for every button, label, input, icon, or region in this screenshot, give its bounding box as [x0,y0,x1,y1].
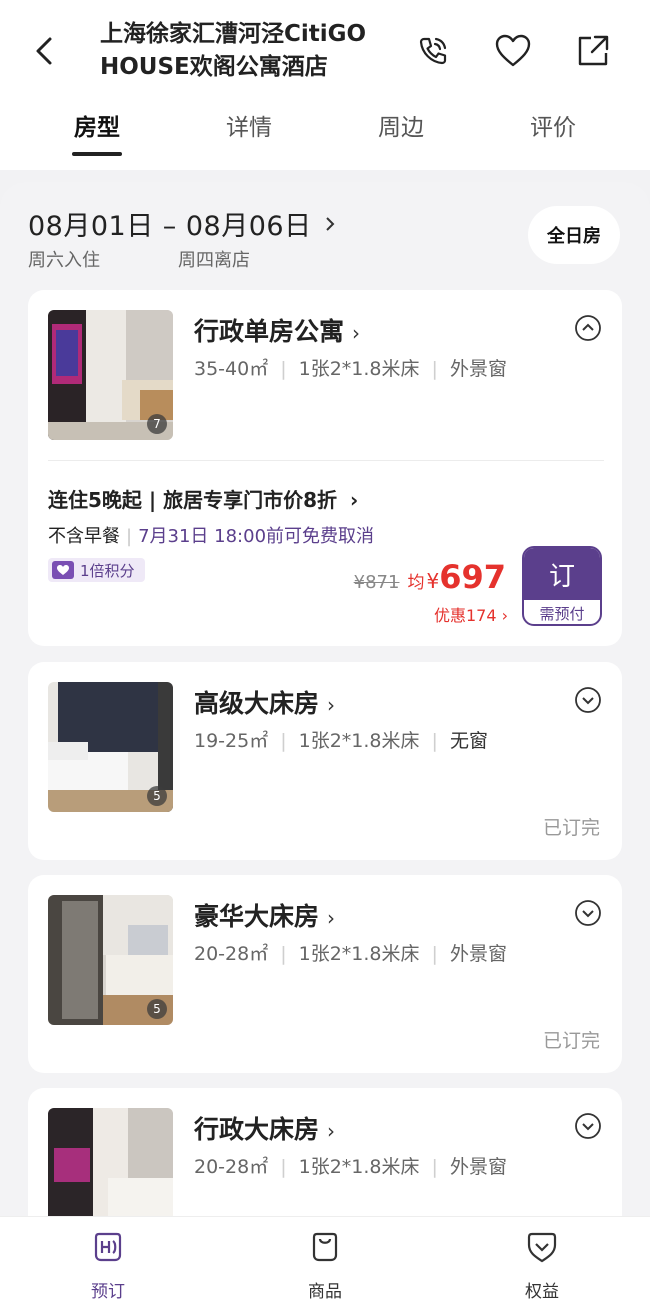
hotel-icon [94,1232,122,1262]
chevron-right-icon: › [352,321,361,345]
back-icon [36,37,52,65]
average-label: 均 [407,573,425,593]
nav-goods-label: 商品 [308,1282,342,1302]
room-card: 5 高级大床房 › 19-25㎡ | 1张2*1.8米床 | 无窗 已订完 [28,662,622,860]
image-count-badge: 5 [147,786,167,806]
chevron-down-circle-icon[interactable] [574,899,602,927]
room-name-link[interactable]: 行政大床房 › [194,1110,335,1146]
chevron-down-circle-icon[interactable] [574,686,602,714]
chevron-right-icon: › [501,606,508,625]
rate-plan-link[interactable]: 连住5晚起 | 旅居专享门市价8折 › [48,484,358,513]
room-card: 5 豪华大床房 › 20-28㎡ | 1张2*1.8米床 | 外景窗 已订完 [28,875,622,1073]
price-row: ¥871 均 ¥697 [354,558,506,596]
nav-goods[interactable]: 商品 [285,1229,365,1302]
tab-reviews[interactable]: 评价 [498,108,608,142]
points-badge: 1倍积分 [48,558,145,582]
discount-link[interactable]: 优惠174 › [434,602,508,626]
image-count-badge: 7 [147,414,167,434]
points-text: 1倍积分 [80,561,135,580]
room-photo[interactable]: 5 [48,895,173,1025]
chevron-right-icon: › [327,906,336,930]
sold-out-status: 已订完 [542,1030,600,1052]
chevron-right-icon: › [350,488,359,512]
room-area: 35-40㎡ [194,358,269,380]
bottom-nav: 预订 商品 权益 [0,1216,650,1313]
date-range: 08月01日 – 08月06日 [28,211,312,242]
image-count-badge: 5 [147,999,167,1019]
nav-book-label: 预订 [91,1282,125,1302]
heart-icon [495,34,531,67]
room-window: 无窗 [449,730,488,752]
date-selector[interactable]: 08月01日 – 08月06日 周六入住 周四离店 [28,204,337,271]
nav-book[interactable]: 预订 [68,1229,148,1302]
benefits-icon [527,1232,557,1263]
checkin-day: 周六入住 [28,250,100,271]
sold-out-status: 已订完 [542,817,600,839]
header: 上海徐家汇漕河泾CitiGO HOUSE欢阁公寓酒店 房型 详情 周边 评价 [0,0,650,170]
room-window: 外景窗 [449,1156,507,1178]
room-meta: 20-28㎡ | 1张2*1.8米床 | 外景窗 [194,1156,507,1178]
room-photo[interactable]: 7 [48,310,173,440]
room-window: 外景窗 [449,358,507,380]
room-card: 7 行政单房公寓 › 35-40㎡ | 1张2*1.8米床 | 外景窗 连住5晚起 | 旅… [28,290,622,646]
points-icon [52,561,74,579]
room-area: 20-28㎡ [194,943,269,965]
shopping-bag-icon [312,1232,338,1262]
room-meta: 20-28㎡ | 1张2*1.8米床 | 外景窗 [194,943,507,965]
room-area: 19-25㎡ [194,730,269,752]
rate-plan-title: 连住5晚起 | 旅居专享门市价8折 [48,488,338,512]
rate-policy: 不含早餐 | 7月31日 18:00前可免费取消 [48,526,375,547]
discount-amount: 优惠174 [433,606,497,625]
tab-nearby[interactable]: 周边 [346,108,456,142]
divider [48,460,604,461]
room-name: 高级大床房 [194,689,320,718]
favorite-button[interactable] [492,30,534,72]
fullday-room-button[interactable]: 全日房 [528,206,620,264]
original-price: ¥871 [353,572,400,593]
nav-benefits-label: 权益 [525,1282,559,1302]
currency-symbol: ¥ [426,569,440,593]
breakfast-info: 不含早餐 [48,526,120,547]
chevron-right-icon [325,217,335,231]
tab-details[interactable]: 详情 [194,108,304,142]
chevron-down-circle-icon[interactable] [574,1112,602,1140]
chevron-right-icon: › [327,693,336,717]
phone-button[interactable] [412,30,454,72]
room-meta: 35-40㎡ | 1张2*1.8米床 | 外景窗 [194,358,507,380]
room-name-link[interactable]: 行政单房公寓 › [194,312,360,348]
room-window: 外景窗 [449,943,507,965]
phone-icon [419,37,447,65]
room-bed: 1张2*1.8米床 [298,358,420,380]
chevron-right-icon: › [327,1119,336,1143]
room-photo[interactable]: 5 [48,682,173,812]
room-name: 豪华大床房 [194,902,320,931]
cancel-policy: 7月31日 18:00前可免费取消 [138,526,375,547]
room-area: 20-28㎡ [194,1156,269,1178]
back-button[interactable] [26,30,62,72]
prepay-label: 需预付 [539,604,585,623]
room-bed: 1张2*1.8米床 [298,730,420,752]
room-name-link[interactable]: 豪华大床房 › [194,897,335,933]
price: 697 [439,558,506,596]
chevron-up-circle-icon[interactable] [574,314,602,342]
room-name: 行政大床房 [194,1115,320,1144]
room-bed: 1张2*1.8米床 [298,1156,420,1178]
book-label: 订 [524,548,600,600]
tab-bar: 房型 详情 周边 评价 [0,108,650,160]
room-name: 行政单房公寓 [194,317,345,346]
tab-active-indicator [72,152,122,156]
room-name-link[interactable]: 高级大床房 › [194,684,335,720]
room-bed: 1张2*1.8米床 [298,943,420,965]
share-button[interactable] [572,30,614,72]
nav-benefits[interactable]: 权益 [502,1229,582,1302]
tab-room-types[interactable]: 房型 [42,108,152,142]
share-icon [578,35,609,66]
hotel-title: 上海徐家汇漕河泾CitiGO HOUSE欢阁公寓酒店 [100,21,367,80]
book-button[interactable]: 订 需预付 [522,546,602,626]
checkout-day: 周四离店 [178,250,250,271]
room-meta: 19-25㎡ | 1张2*1.8米床 | 无窗 [194,730,488,752]
